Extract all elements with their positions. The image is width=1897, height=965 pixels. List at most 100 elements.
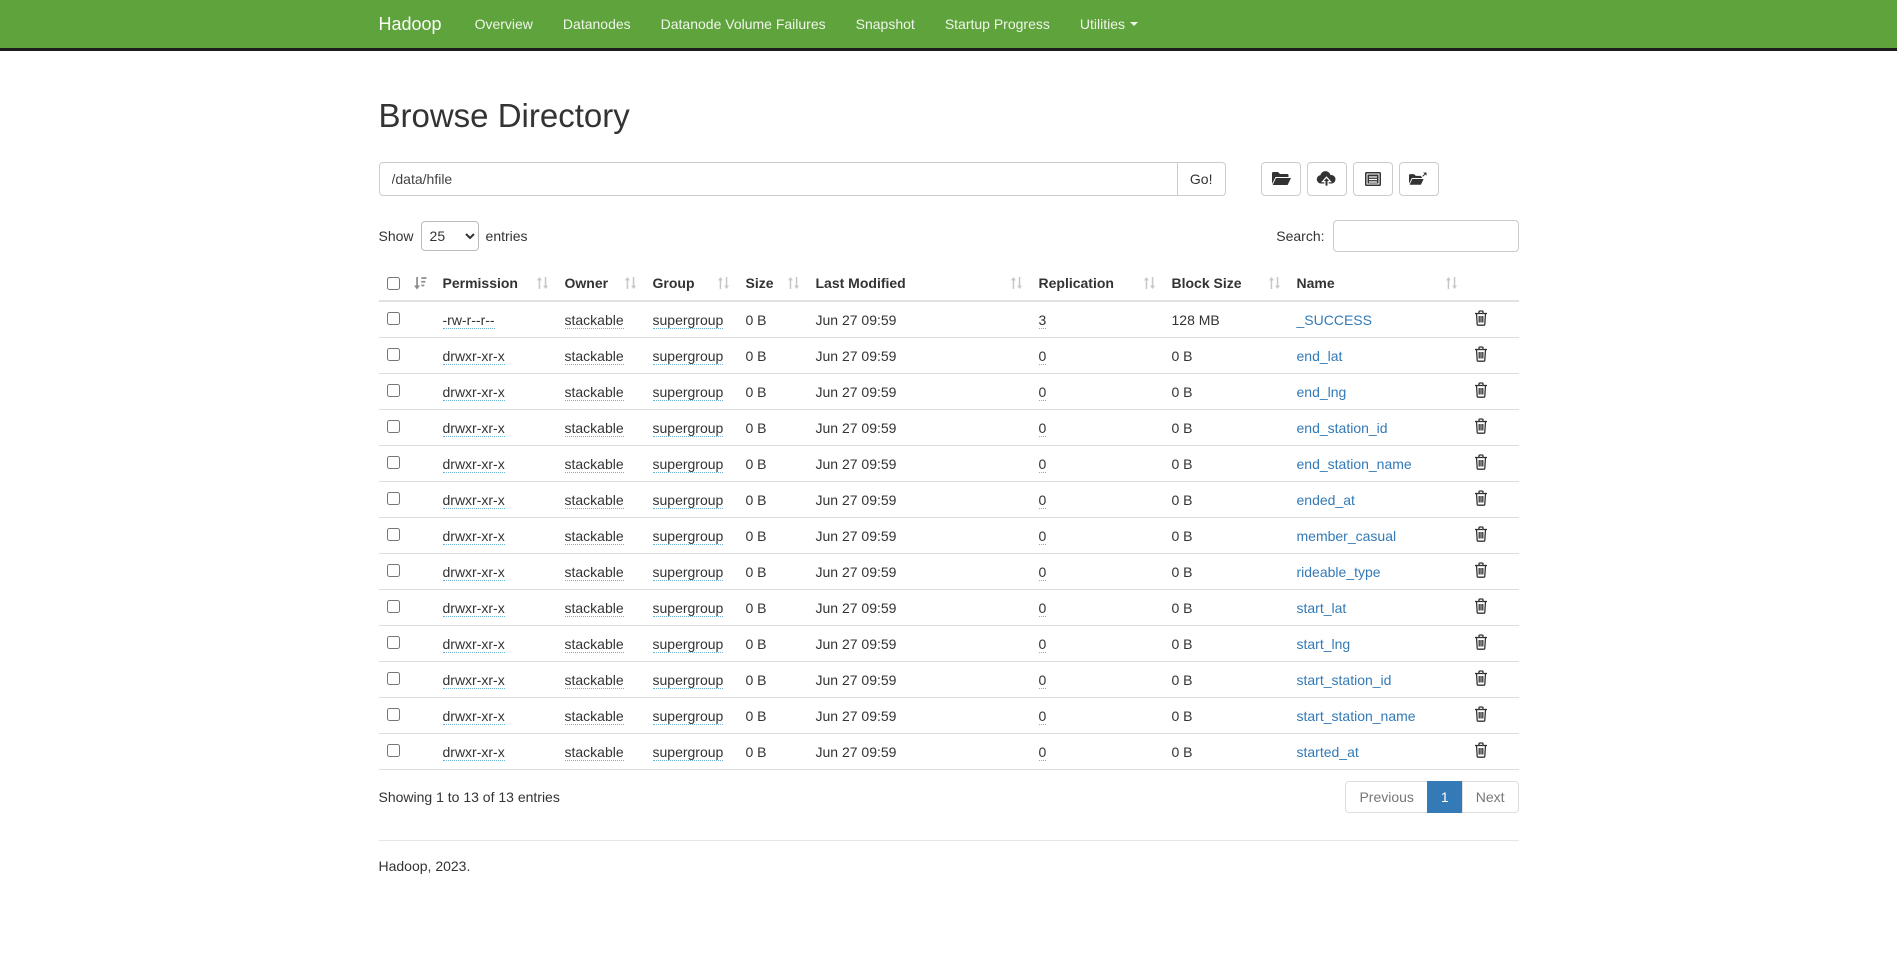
file-link[interactable]: end_lng — [1297, 384, 1347, 400]
owner-value[interactable]: stackable — [565, 348, 624, 365]
group-value[interactable]: supergroup — [653, 672, 724, 689]
group-value[interactable]: supergroup — [653, 564, 724, 581]
permission-value[interactable]: -rw-r--r-- — [443, 312, 495, 329]
file-link[interactable]: end_lat — [1297, 348, 1343, 364]
group-value[interactable]: supergroup — [653, 420, 724, 437]
pagination-previous[interactable]: Previous — [1345, 781, 1427, 813]
permission-value[interactable]: drwxr-xr-x — [443, 708, 505, 725]
permission-value[interactable]: drwxr-xr-x — [443, 564, 505, 581]
row-checkbox[interactable] — [387, 600, 400, 613]
group-value[interactable]: supergroup — [653, 492, 724, 509]
owner-value[interactable]: stackable — [565, 600, 624, 617]
delete-button[interactable] — [1474, 418, 1488, 434]
group-value[interactable]: supergroup — [653, 456, 724, 473]
folder-move-button[interactable] — [1399, 162, 1439, 196]
row-checkbox[interactable] — [387, 564, 400, 577]
replication-value[interactable]: 0 — [1039, 456, 1047, 473]
row-checkbox[interactable] — [387, 672, 400, 685]
owner-value[interactable]: stackable — [565, 492, 624, 509]
owner-value[interactable]: stackable — [565, 564, 624, 581]
group-value[interactable]: supergroup — [653, 708, 724, 725]
file-link[interactable]: ended_at — [1297, 492, 1355, 508]
row-checkbox[interactable] — [387, 528, 400, 541]
row-checkbox[interactable] — [387, 384, 400, 397]
permission-value[interactable]: drwxr-xr-x — [443, 348, 505, 365]
folder-open-button[interactable] — [1261, 162, 1301, 196]
column-header-name[interactable]: Name — [1289, 266, 1466, 301]
column-header-group[interactable]: Group — [645, 266, 738, 301]
page-length-select[interactable]: 25 — [421, 221, 479, 251]
permission-value[interactable]: drwxr-xr-x — [443, 636, 505, 653]
delete-button[interactable] — [1474, 490, 1488, 506]
file-link[interactable]: start_lng — [1297, 636, 1351, 652]
pagination-next[interactable]: Next — [1462, 781, 1519, 813]
group-value[interactable]: supergroup — [653, 600, 724, 617]
nav-item-utilities[interactable]: Utilities — [1065, 0, 1153, 48]
column-header-replication[interactable]: Replication — [1031, 266, 1164, 301]
go-button[interactable]: Go! — [1178, 162, 1226, 196]
cloud-upload-button[interactable] — [1307, 162, 1347, 196]
permission-value[interactable]: drwxr-xr-x — [443, 672, 505, 689]
replication-value[interactable]: 0 — [1039, 600, 1047, 617]
list-alt-button[interactable] — [1353, 162, 1393, 196]
file-link[interactable]: member_casual — [1297, 528, 1397, 544]
column-header-owner[interactable]: Owner — [557, 266, 645, 301]
permission-value[interactable]: drwxr-xr-x — [443, 600, 505, 617]
permission-value[interactable]: drwxr-xr-x — [443, 420, 505, 437]
group-value[interactable]: supergroup — [653, 744, 724, 761]
owner-value[interactable]: stackable — [565, 744, 624, 761]
replication-value[interactable]: 0 — [1039, 348, 1047, 365]
replication-value[interactable]: 3 — [1039, 312, 1047, 329]
delete-button[interactable] — [1474, 706, 1488, 722]
group-value[interactable]: supergroup — [653, 312, 724, 329]
nav-item-datanode-volume-failures[interactable]: Datanode Volume Failures — [646, 0, 841, 48]
delete-button[interactable] — [1474, 598, 1488, 614]
group-value[interactable]: supergroup — [653, 384, 724, 401]
owner-value[interactable]: stackable — [565, 636, 624, 653]
delete-button[interactable] — [1474, 742, 1488, 758]
replication-value[interactable]: 0 — [1039, 708, 1047, 725]
nav-item-snapshot[interactable]: Snapshot — [841, 0, 930, 48]
column-header-block-size[interactable]: Block Size — [1164, 266, 1289, 301]
permission-value[interactable]: drwxr-xr-x — [443, 384, 505, 401]
column-header-permission[interactable]: Permission — [435, 266, 557, 301]
owner-value[interactable]: stackable — [565, 528, 624, 545]
file-link[interactable]: started_at — [1297, 744, 1359, 760]
file-link[interactable]: end_station_id — [1297, 420, 1388, 436]
nav-item-overview[interactable]: Overview — [460, 0, 548, 48]
file-link[interactable]: start_station_id — [1297, 672, 1392, 688]
delete-button[interactable] — [1474, 634, 1488, 650]
search-input[interactable] — [1333, 220, 1519, 252]
replication-value[interactable]: 0 — [1039, 492, 1047, 509]
column-header-last-modified[interactable]: Last Modified — [808, 266, 1031, 301]
delete-button[interactable] — [1474, 454, 1488, 470]
owner-value[interactable]: stackable — [565, 384, 624, 401]
file-link[interactable]: _SUCCESS — [1297, 312, 1372, 328]
replication-value[interactable]: 0 — [1039, 528, 1047, 545]
delete-button[interactable] — [1474, 346, 1488, 362]
row-checkbox[interactable] — [387, 348, 400, 361]
brand-link[interactable]: Hadoop — [379, 0, 460, 48]
file-link[interactable]: rideable_type — [1297, 564, 1381, 580]
owner-value[interactable]: stackable — [565, 420, 624, 437]
replication-value[interactable]: 0 — [1039, 384, 1047, 401]
permission-value[interactable]: drwxr-xr-x — [443, 744, 505, 761]
permission-value[interactable]: drwxr-xr-x — [443, 492, 505, 509]
row-checkbox[interactable] — [387, 420, 400, 433]
row-checkbox[interactable] — [387, 708, 400, 721]
replication-value[interactable]: 0 — [1039, 744, 1047, 761]
replication-value[interactable]: 0 — [1039, 420, 1047, 437]
group-value[interactable]: supergroup — [653, 528, 724, 545]
row-checkbox[interactable] — [387, 492, 400, 505]
owner-value[interactable]: stackable — [565, 456, 624, 473]
replication-value[interactable]: 0 — [1039, 636, 1047, 653]
delete-button[interactable] — [1474, 562, 1488, 578]
select-all-checkbox[interactable] — [387, 277, 400, 290]
delete-button[interactable] — [1474, 310, 1488, 326]
file-link[interactable]: end_station_name — [1297, 456, 1412, 472]
owner-value[interactable]: stackable — [565, 708, 624, 725]
path-input[interactable] — [379, 162, 1178, 196]
owner-value[interactable]: stackable — [565, 312, 624, 329]
row-checkbox[interactable] — [387, 456, 400, 469]
select-all-header[interactable] — [379, 266, 435, 301]
